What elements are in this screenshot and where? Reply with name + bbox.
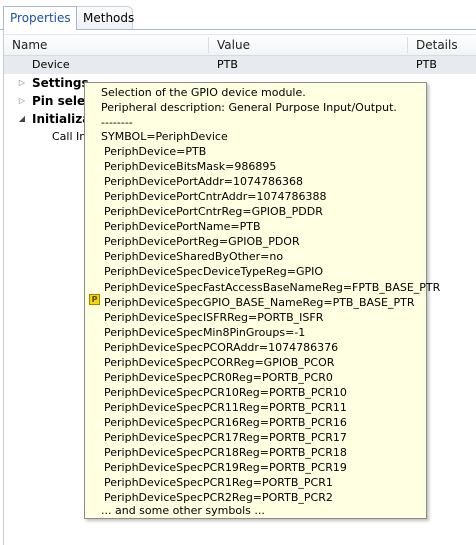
expand-arrow-icon[interactable]: ▷ [17,92,27,110]
tooltip-symbol-line: PeriphDeviceSpecPCR17Reg=PORTB_PCR17 [104,430,347,444]
symbol-tooltip: Selection of the GPIO device module. Per… [84,82,440,519]
tooltip-symbol-line: PeriphDeviceSpecMin8PinGroups=-1 [104,325,306,339]
property-details: PTB [416,58,437,71]
tooltip-symbol-line: PeriphDeviceSpecPCR1Reg=PORTB_PCR1 [104,476,333,490]
tooltip-symbol-line: PeriphDeviceSpecDeviceTypeReg=GPIO [104,265,324,279]
tooltip-description: Selection of the GPIO device module. [101,86,306,99]
tooltip-symbol-line: PeriphDeviceSharedByOther=no [104,250,284,264]
tooltip-peripheral: Peripheral description: General Purpose … [101,101,397,114]
tab-methods[interactable]: Methods [77,6,134,29]
property-name: Call In [52,130,87,143]
grid-header: Name Value Details [4,34,476,56]
tooltip-symbol-line: PeriphDevicePortCntrAddr=1074786388 [104,190,327,204]
tooltip-footer: ... and some other symbols ... [101,504,265,517]
tooltip-symbol-line: PeriphDeviceSpecGPIO_BASE_NameReg=PTB_BA… [104,295,415,309]
tooltip-symbol-line: PeriphDeviceSpecFastAccessBaseNameReg=FP… [104,280,441,294]
tooltip-symbol-line: PeriphDevicePortAddr=1074786368 [104,175,303,189]
property-name: Device [32,58,70,71]
collapse-arrow-icon[interactable]: ◢ [17,110,27,128]
tooltip-symbol-line: PeriphDevicePortReg=GPIOB_PDOR [104,235,300,249]
tooltip-symbol-line: PeriphDeviceSpecPCR0Reg=PORTB_PCR0 [104,370,333,384]
tab-properties[interactable]: Properties [3,6,77,30]
tooltip-symbol-line: PeriphDeviceSpecPCR19Reg=PORTB_PCR19 [104,461,347,475]
tooltip-symbol-line: PeriphDeviceSpecPCORAddr=1074786376 [104,340,339,354]
tab-bar: Properties Methods [0,0,476,30]
column-header-details[interactable]: Details [408,35,476,55]
tooltip-symbol-line: PeriphDeviceBitsMask=986895 [104,160,277,173]
property-marker-icon: P [89,294,100,305]
tooltip-symbol-line: PeriphDevicePortCntrReg=GPIOB_PDDR [104,205,323,219]
property-row-device[interactable]: Device PTB PTB [4,56,476,74]
column-header-name[interactable]: Name [4,35,208,55]
tooltip-symbol: SYMBOL=PeriphDevice [101,130,228,143]
property-group-label: Settings [32,76,89,90]
tooltip-symbol-line: PeriphDevice=PTB [104,145,207,158]
tooltip-symbol-line: PeriphDeviceSpecISFRReg=PORTB_ISFR [104,310,324,324]
tooltip-symbol-line: PeriphDeviceSpecPCR10Reg=PORTB_PCR10 [104,385,347,399]
tooltip-symbol-line: PeriphDeviceSpecPCORReg=GPIOB_PCOR [104,355,335,369]
tooltip-symbol-line: PeriphDeviceSpecPCR16Reg=PORTB_PCR16 [104,415,347,429]
column-header-value[interactable]: Value [209,35,407,55]
tooltip-symbol-line: PeriphDevicePortName=PTB [104,220,261,234]
tooltip-symbol-line: PeriphDeviceSpecPCR18Reg=PORTB_PCR18 [104,446,347,459]
expand-arrow-icon[interactable]: ▷ [17,74,27,92]
tooltip-symbol-line: PeriphDeviceSpecPCR11Reg=PORTB_PCR11 [104,400,347,414]
property-value[interactable]: PTB [217,56,407,74]
